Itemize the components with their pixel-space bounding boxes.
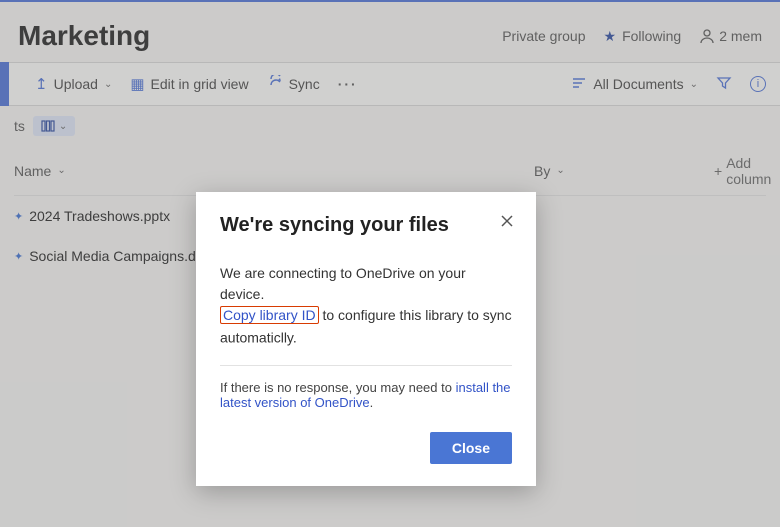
follow-button[interactable]: ★ Following	[604, 28, 682, 45]
new-button[interactable]	[0, 62, 9, 106]
follow-label: Following	[622, 28, 681, 44]
chevron-down-icon: ⌄	[57, 165, 65, 176]
dialog-title: We're syncing your files	[220, 214, 512, 237]
view-toggle[interactable]: ⌄	[33, 116, 75, 136]
dialog-secondary-text: If there is no response, you may need to…	[220, 365, 512, 410]
list-icon	[571, 76, 587, 93]
edit-grid-button[interactable]: ▦ Edit in grid view	[130, 75, 248, 93]
sync-label: Sync	[289, 76, 320, 92]
person-icon	[699, 28, 715, 44]
privacy-label: Private group	[502, 28, 585, 44]
column-header-row: Name ⌄ By ⌄ + Add column	[14, 146, 766, 196]
file-name: Social Media Campaigns.do	[29, 248, 203, 264]
view-selector[interactable]: All Documents ⌄	[571, 76, 698, 93]
page-header: Marketing Private group ★ Following 2 me…	[0, 2, 780, 62]
chevron-down-icon: ⌄	[556, 165, 564, 176]
columns-icon	[41, 119, 55, 133]
add-column-button[interactable]: + Add column	[714, 155, 771, 187]
close-button[interactable]: Close	[430, 432, 512, 464]
sync-dialog: We're syncing your files We are connecti…	[196, 192, 536, 486]
close-icon[interactable]	[500, 214, 514, 233]
copy-library-id-link[interactable]: Copy library ID	[223, 307, 316, 323]
breadcrumb-suffix: ts	[14, 118, 25, 134]
dialog-body: We are connecting to OneDrive on your de…	[220, 263, 512, 349]
filter-button[interactable]	[716, 75, 732, 94]
sync-status-icon: ✦	[14, 210, 23, 223]
command-bar: ↥ Upload ⌄ ▦ Edit in grid view Sync ··· …	[0, 62, 780, 106]
upload-label: Upload	[54, 76, 98, 92]
plus-icon: +	[714, 163, 722, 179]
chevron-down-icon: ⌄	[59, 121, 67, 132]
grid-icon: ▦	[130, 75, 144, 93]
page-title: Marketing	[18, 20, 150, 52]
column-header-name[interactable]: Name ⌄	[14, 163, 314, 179]
edit-grid-label: Edit in grid view	[151, 76, 249, 92]
info-button[interactable]: i	[750, 76, 766, 92]
members-count: 2 mem	[719, 28, 762, 44]
breadcrumb-bar: ts ⌄	[0, 106, 780, 146]
chevron-down-icon: ⌄	[104, 79, 112, 90]
upload-button[interactable]: ↥ Upload ⌄	[35, 75, 112, 93]
star-icon: ★	[604, 28, 617, 45]
overflow-button[interactable]: ···	[338, 76, 358, 92]
sync-status-icon: ✦	[14, 250, 23, 263]
chevron-down-icon: ⌄	[690, 79, 698, 90]
upload-icon: ↥	[35, 75, 48, 93]
members-indicator[interactable]: 2 mem	[699, 28, 762, 44]
view-selector-label: All Documents	[593, 76, 683, 92]
column-header-by[interactable]: By ⌄	[534, 163, 714, 179]
sync-icon	[267, 75, 283, 93]
sync-button[interactable]: Sync	[267, 75, 320, 93]
file-name: 2024 Tradeshows.pptx	[29, 208, 170, 224]
